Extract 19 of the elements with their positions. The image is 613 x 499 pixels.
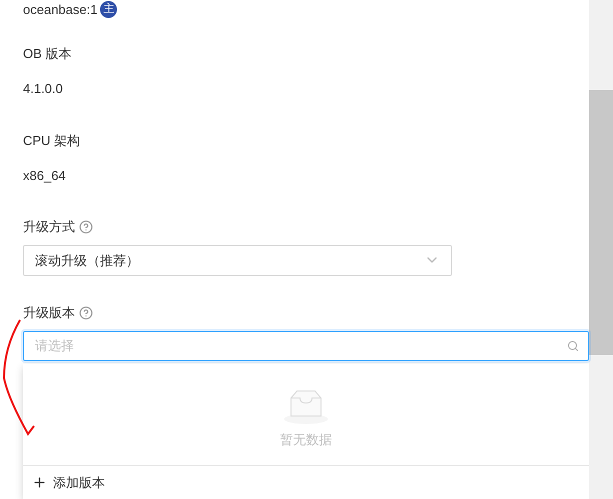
plus-icon (32, 475, 47, 490)
scrollbar[interactable] (589, 0, 613, 499)
empty-inbox-icon (283, 390, 329, 424)
upgrade-method-select[interactable]: 滚动升级（推荐） (23, 245, 452, 276)
search-icon (567, 340, 579, 352)
field-label: OB 版本 (23, 45, 72, 63)
version-search-field[interactable]: 请选择 (23, 330, 589, 361)
empty-text: 暂无数据 (280, 431, 332, 449)
field-label: 升级版本 (23, 304, 75, 322)
field-label: 升级方式 (23, 218, 75, 236)
help-icon[interactable] (79, 306, 93, 320)
add-version-button[interactable]: 添加版本 (32, 472, 105, 492)
field-value: 4.1.0.0 (23, 80, 64, 98)
scrollbar-thumb[interactable] (589, 90, 613, 355)
help-icon[interactable] (79, 220, 93, 234)
field-label: CPU 架构 (23, 132, 82, 150)
host-name: oceanbase:1 (23, 0, 98, 19)
primary-badge: 主 (100, 1, 118, 18)
field-value: x86_64 (23, 167, 67, 185)
